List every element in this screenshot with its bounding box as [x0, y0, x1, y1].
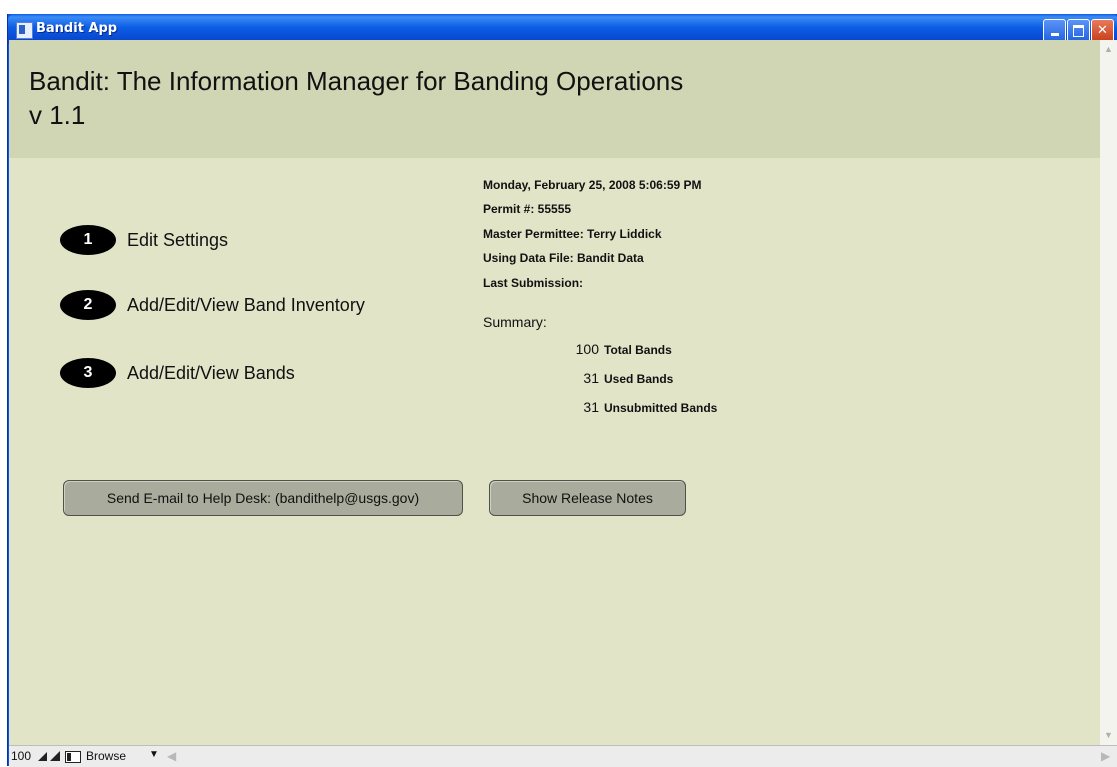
used-bands-value: 31	[583, 370, 599, 386]
mode-selector[interactable]: Browse	[86, 749, 126, 763]
used-bands-label: Used Bands	[604, 372, 674, 386]
step-label: Edit Settings	[127, 229, 229, 250]
vertical-scrollbar[interactable]: ▲ ▼	[1100, 40, 1117, 745]
status-toggle-icon[interactable]	[65, 751, 81, 763]
page-title: Bandit: The Information Manager for Band…	[29, 66, 684, 96]
summary-label: Summary:	[483, 314, 547, 330]
total-bands-label: Total Bands	[604, 343, 672, 357]
bands-button[interactable]: 3 Add/Edit/View Bands	[60, 358, 295, 388]
chevron-down-icon[interactable]: ▼	[149, 749, 159, 760]
master-permittee-text: Master Permittee: Terry Liddick	[483, 227, 662, 241]
scroll-up-icon[interactable]: ▲	[1101, 42, 1116, 57]
edit-settings-button[interactable]: 1 Edit Settings	[60, 225, 228, 255]
maximize-icon	[1073, 25, 1084, 37]
last-submission-text: Last Submission:	[483, 276, 584, 290]
minimize-button[interactable]	[1043, 19, 1066, 42]
band-inventory-button[interactable]: 2 Add/Edit/View Band Inventory	[60, 290, 365, 320]
step-label: Add/Edit/View Bands	[127, 362, 295, 383]
permit-text: Permit #: 55555	[483, 202, 572, 216]
unsubmitted-bands-label: Unsubmitted Bands	[604, 401, 718, 415]
scroll-down-icon[interactable]: ▼	[1101, 728, 1116, 743]
step-number-badge: 3	[60, 358, 116, 388]
window-title: Bandit App	[36, 21, 118, 36]
scroll-left-icon[interactable]: ◀	[167, 749, 176, 763]
maximize-button[interactable]	[1067, 19, 1090, 42]
header-banner: Bandit: The Information Manager for Band…	[9, 40, 1100, 158]
datetime-text: Monday, February 25, 2008 5:06:59 PM	[483, 178, 702, 192]
step-label: Add/Edit/View Band Inventory	[127, 294, 365, 315]
release-notes-button[interactable]: Show Release Notes	[489, 480, 686, 516]
main-content: Bandit: The Information Manager for Band…	[9, 40, 1100, 745]
close-icon: ✕	[1097, 23, 1108, 38]
minimize-icon	[1050, 33, 1059, 36]
zoom-out-icon[interactable]	[38, 752, 47, 761]
unsubmitted-bands-value: 31	[583, 399, 599, 415]
total-bands-value: 100	[575, 341, 599, 357]
zoom-in-icon[interactable]	[50, 751, 60, 761]
version-label: v 1.1	[29, 100, 86, 130]
email-help-desk-button[interactable]: Send E-mail to Help Desk: (bandithelp@us…	[63, 480, 463, 516]
status-bar: 100 Browse ▼ ◀ ▶	[9, 745, 1117, 767]
app-icon[interactable]	[16, 22, 33, 39]
step-number-badge: 1	[60, 225, 116, 255]
step-number-badge: 2	[60, 290, 116, 320]
scroll-right-icon[interactable]: ▶	[1101, 749, 1110, 763]
data-file-text: Using Data File: Bandit Data	[483, 251, 644, 265]
close-button[interactable]: ✕	[1091, 19, 1114, 42]
zoom-level[interactable]: 100	[11, 749, 31, 763]
